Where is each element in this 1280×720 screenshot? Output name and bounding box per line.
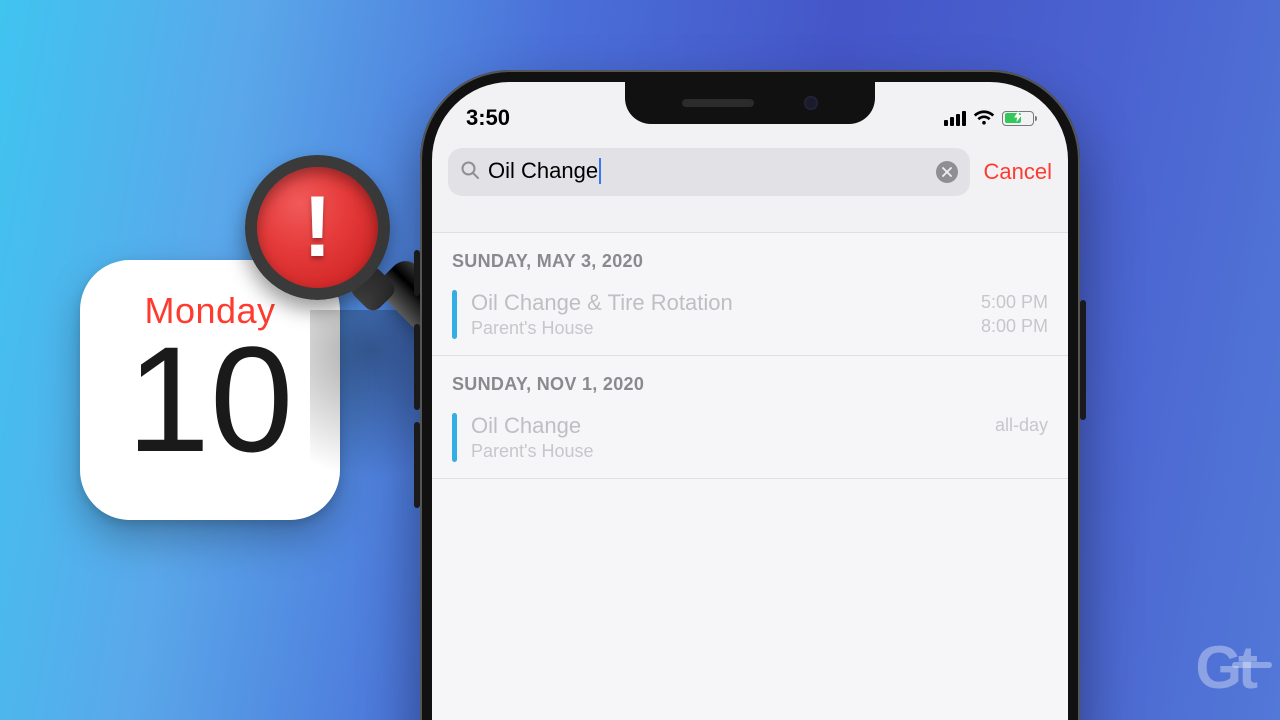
exclamation-icon: ! (303, 178, 332, 277)
search-input[interactable]: Oil Change (448, 148, 970, 196)
wifi-icon (973, 110, 995, 126)
event-allday: all-day (995, 413, 1048, 437)
event-title: Oil Change & Tire Rotation (471, 290, 981, 316)
status-right (944, 110, 1034, 126)
event-color-bar (452, 413, 457, 462)
front-camera (804, 96, 818, 110)
search-row: Oil Change Cancel (448, 148, 1052, 196)
event-title: Oil Change (471, 413, 995, 439)
section-header: SUNDAY, NOV 1, 2020 (432, 356, 1068, 405)
event-row[interactable]: Oil Change & Tire Rotation Parent's Hous… (432, 282, 1068, 356)
event-color-bar (452, 290, 457, 339)
cancel-button[interactable]: Cancel (984, 159, 1052, 185)
search-icon (460, 160, 480, 185)
event-info: Oil Change Parent's House (471, 413, 995, 462)
side-button-power (1080, 300, 1086, 420)
calendar-app-icon: Monday 10 (80, 260, 340, 520)
watermark-logo: Gt (1195, 633, 1254, 702)
notch (625, 82, 875, 124)
event-info: Oil Change & Tire Rotation Parent's Hous… (471, 290, 981, 339)
search-query-text: Oil Change (488, 158, 928, 185)
calendar-icon-date: 10 (127, 324, 294, 474)
magnifier-joint (348, 264, 399, 315)
text-cursor (599, 158, 601, 184)
battery-icon (1002, 111, 1034, 126)
event-location: Parent's House (471, 441, 995, 462)
event-location: Parent's House (471, 318, 981, 339)
iphone-frame: 3:50 (420, 70, 1080, 720)
search-results[interactable]: SUNDAY, MAY 3, 2020 Oil Change & Tire Ro… (432, 232, 1068, 720)
charging-bolt-icon (1014, 111, 1022, 125)
promo-stage: Monday 10 ! 3:50 (0, 0, 1280, 720)
side-button-vol-down (414, 422, 420, 508)
speaker-grille (682, 99, 754, 107)
event-start-time: 5:00 PM (981, 290, 1048, 314)
event-times: 5:00 PM 8:00 PM (981, 290, 1048, 339)
event-end-time: 8:00 PM (981, 314, 1048, 338)
section-header: SUNDAY, MAY 3, 2020 (432, 233, 1068, 282)
cellular-icon (944, 111, 966, 126)
status-time: 3:50 (466, 105, 510, 131)
event-times: all-day (995, 413, 1048, 462)
side-button-vol-up (414, 324, 420, 410)
phone-screen: 3:50 (432, 82, 1068, 720)
clear-search-button[interactable] (936, 161, 958, 183)
event-row[interactable]: Oil Change Parent's House all-day (432, 405, 1068, 479)
side-button-mute (414, 250, 420, 296)
